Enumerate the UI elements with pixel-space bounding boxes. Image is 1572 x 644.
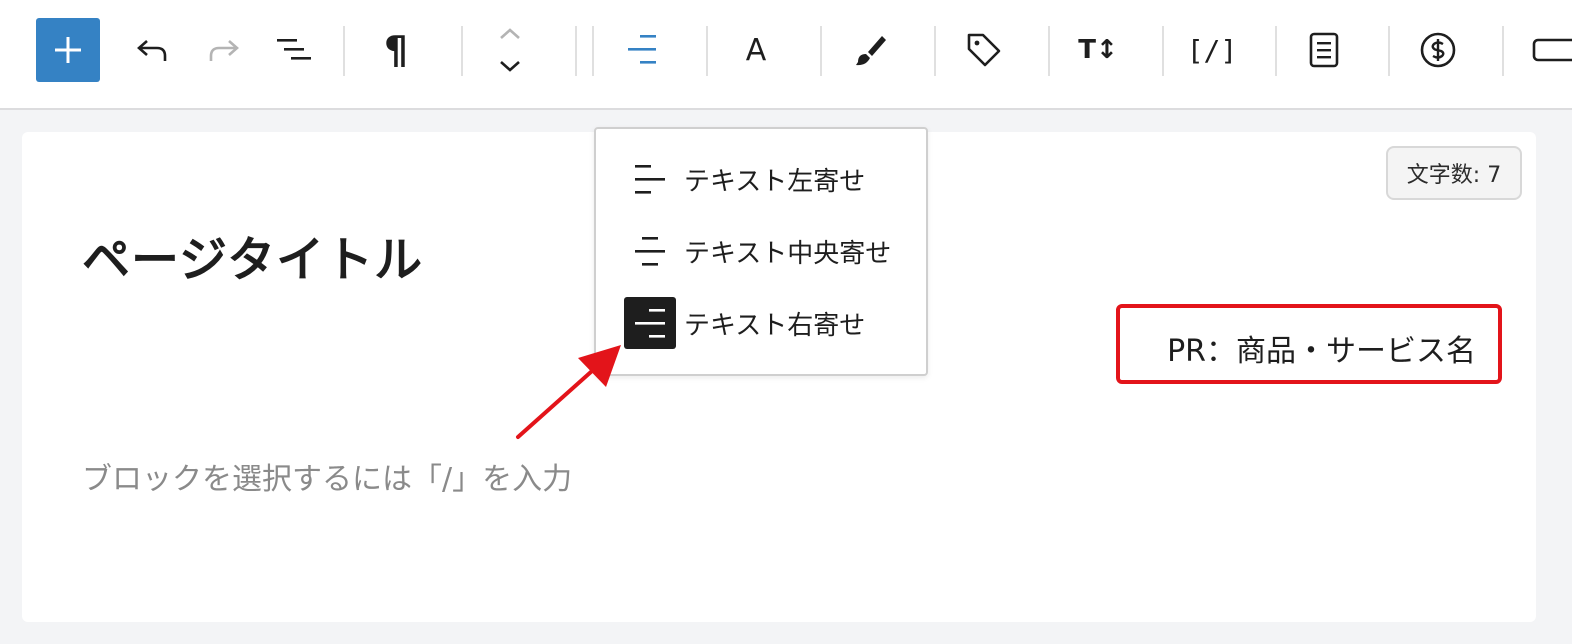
page-title[interactable]: ページタイトル (82, 220, 423, 290)
button-icon (1532, 38, 1572, 62)
align-button[interactable] (610, 18, 674, 82)
toolbar-separator (1502, 26, 1504, 76)
redo-button[interactable] (192, 18, 256, 82)
block-placeholder[interactable]: ブロックを選択するには「/」を入力 (82, 454, 572, 498)
align-right-label: テキスト右寄せ (684, 310, 866, 341)
align-center-label: テキスト中央寄せ (684, 238, 892, 269)
align-left-option[interactable]: テキスト左寄せ (624, 151, 914, 207)
toolbar-separator (461, 26, 463, 76)
document-icon (1309, 32, 1339, 68)
button-block-button[interactable] (1520, 18, 1572, 82)
align-left-icon (624, 153, 676, 205)
brush-button[interactable] (838, 18, 902, 82)
tag-icon (967, 33, 1001, 67)
align-left-label: テキスト左寄せ (684, 166, 866, 197)
align-right-option[interactable]: テキスト右寄せ (624, 295, 914, 351)
dollar-circle-icon (1420, 32, 1456, 68)
toolbar-separator (575, 26, 577, 76)
text-align-menu: テキスト左寄せ テキスト中央寄せ テキスト右寄せ (594, 127, 928, 376)
tag-button[interactable] (952, 18, 1016, 82)
toolbar-separator (1048, 26, 1050, 76)
font-size-icon: T↕ (1078, 35, 1118, 65)
redo-icon (209, 40, 239, 61)
highlighted-pr-paragraph[interactable]: PR：商品・サービス名 (1116, 304, 1502, 384)
list-view-button[interactable] (262, 18, 326, 82)
align-center-icon (624, 225, 676, 277)
toolbar-separator (592, 26, 594, 76)
undo-button[interactable] (120, 18, 184, 82)
align-right-icon (624, 297, 676, 349)
shortcode-icon: [/] (1186, 33, 1238, 67)
add-block-button[interactable] (36, 18, 100, 82)
toolbar-separator (343, 26, 345, 76)
move-button[interactable] (478, 18, 542, 82)
list-view-icon (277, 39, 311, 60)
editor-toolbar: ¶ A T↕ [/] (0, 0, 1572, 110)
page-button[interactable] (1292, 18, 1356, 82)
text-color-button[interactable]: A (724, 18, 788, 82)
paragraph-button[interactable]: ¶ (364, 18, 428, 82)
pr-paragraph-text[interactable]: PR：商品・サービス名 (1167, 326, 1476, 370)
undo-icon (137, 40, 167, 61)
character-count-badge: 文字数: 7 (1386, 146, 1522, 200)
align-right-icon (628, 35, 656, 64)
toolbar-separator (706, 26, 708, 76)
align-center-option[interactable]: テキスト中央寄せ (624, 223, 914, 279)
font-size-button[interactable]: T↕ (1066, 18, 1130, 82)
toolbar-separator (820, 26, 822, 76)
shortcode-button[interactable]: [/] (1180, 18, 1244, 82)
pilcrow-icon: ¶ (383, 28, 409, 72)
toolbar-separator (1275, 26, 1277, 76)
plus-icon (55, 37, 81, 63)
letter-a-icon: A (745, 32, 767, 68)
currency-button[interactable] (1406, 18, 1470, 82)
toolbar-separator (934, 26, 936, 76)
toolbar-separator (1162, 26, 1164, 76)
paintbrush-icon (856, 36, 886, 66)
toolbar-separator (1388, 26, 1390, 76)
move-up-down-icon (500, 28, 520, 72)
